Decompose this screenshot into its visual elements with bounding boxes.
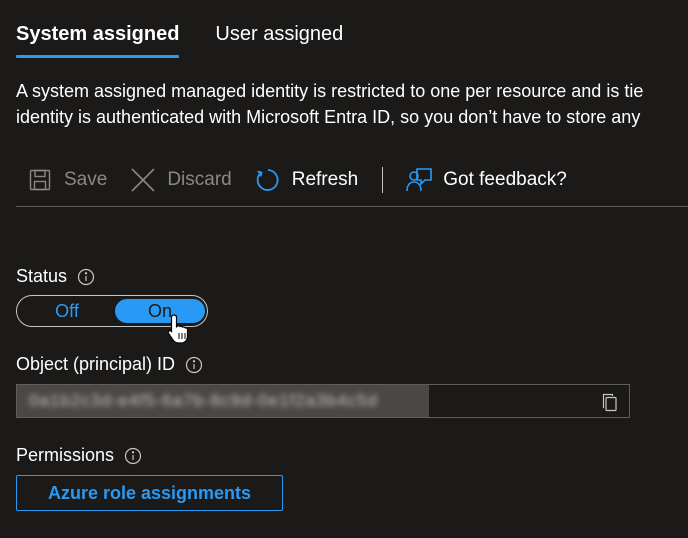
info-icon[interactable] <box>124 447 142 465</box>
feedback-label: Got feedback? <box>443 169 567 190</box>
object-id-input[interactable]: 0a1b2c3d-e4f5-6a7b-8c9d-0e1f2a3b4c5d <box>16 384 630 418</box>
refresh-icon <box>254 166 282 194</box>
toolbar-divider <box>16 206 688 207</box>
discard-label: Discard <box>167 169 232 190</box>
close-icon <box>129 166 157 194</box>
description-line-2: identity is authenticated with Microsoft… <box>16 107 641 127</box>
info-icon[interactable] <box>185 356 203 374</box>
status-label: Status <box>16 266 68 286</box>
save-icon <box>26 166 54 194</box>
discard-button[interactable]: Discard <box>129 166 232 194</box>
object-id-label: Object (principal) ID <box>16 354 176 374</box>
tab-system-assigned[interactable]: System assigned <box>16 20 180 58</box>
tab-user-assigned[interactable]: User assigned <box>215 20 343 58</box>
tab-bar: System assigned User assigned <box>16 20 343 58</box>
permissions-field-label: Permissions <box>16 445 142 466</box>
object-id-redacted-value: 0a1b2c3d-e4f5-6a7b-8c9d-0e1f2a3b4c5d <box>17 385 429 417</box>
hand-pointer-cursor-icon <box>166 313 194 347</box>
refresh-button[interactable]: Refresh <box>254 166 359 194</box>
feedback-button[interactable]: Got feedback? <box>405 166 567 194</box>
info-icon[interactable] <box>77 268 95 286</box>
refresh-label: Refresh <box>291 169 359 190</box>
copy-icon[interactable] <box>599 391 621 413</box>
toolbar-separator <box>382 167 384 193</box>
object-id-field-label: Object (principal) ID <box>16 354 203 375</box>
status-off-option[interactable]: Off <box>21 299 113 323</box>
description-text: A system assigned managed identity is re… <box>16 78 688 130</box>
status-field-label: Status <box>16 266 95 287</box>
identity-page: System assigned User assigned A system a… <box>0 0 688 538</box>
save-button[interactable]: Save <box>26 166 107 194</box>
feedback-icon <box>405 166 433 194</box>
description-line-1: A system assigned managed identity is re… <box>16 81 644 101</box>
command-bar: Save Discard Refresh Got feedback? <box>16 160 567 200</box>
object-id-value: 0a1b2c3d-e4f5-6a7b-8c9d-0e1f2a3b4c5d <box>29 391 378 410</box>
azure-role-assignments-button[interactable]: Azure role assignments <box>16 475 283 511</box>
save-label: Save <box>64 169 108 190</box>
permissions-label: Permissions <box>16 445 115 465</box>
